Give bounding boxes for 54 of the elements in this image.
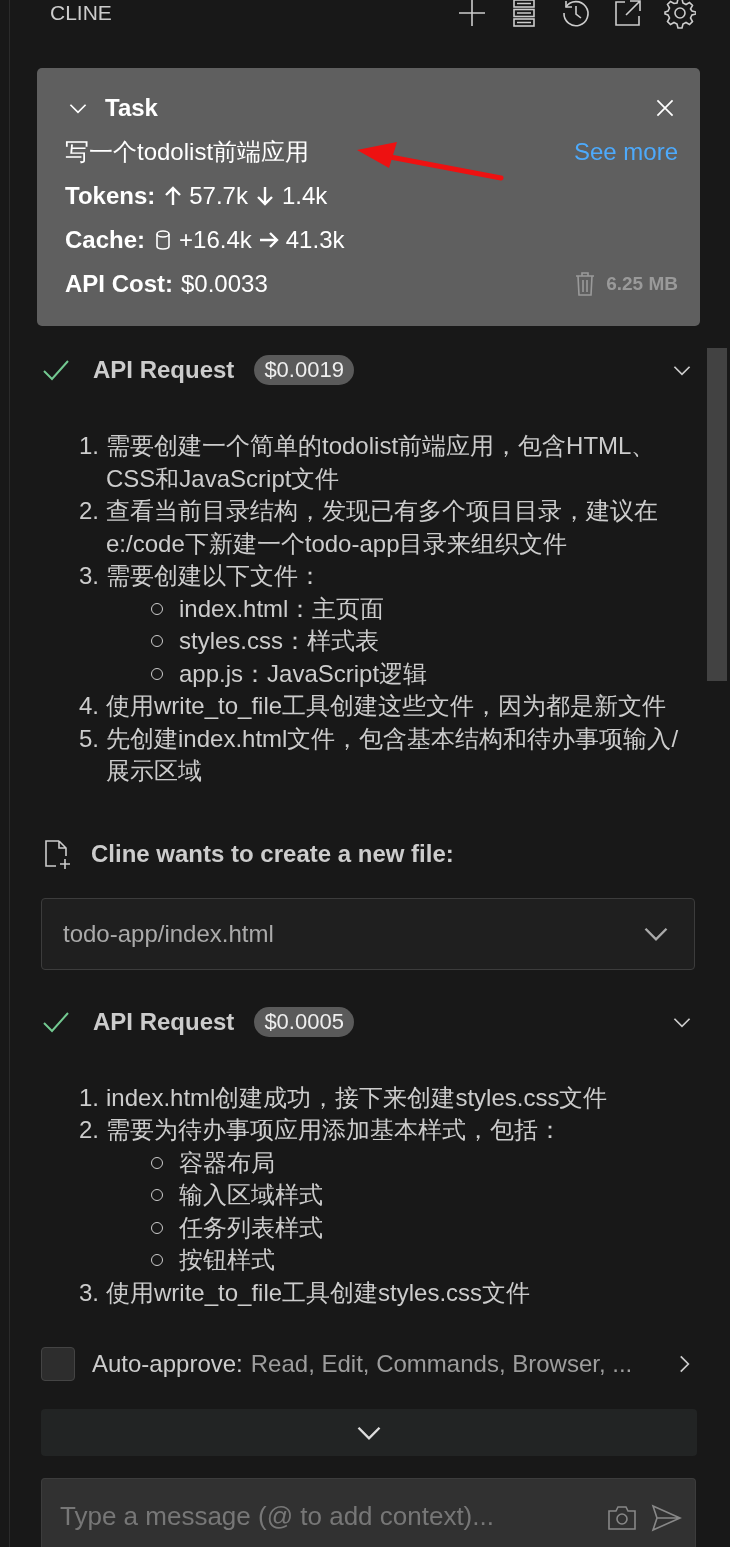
file-path-dropdown[interactable]: todo-app/index.html bbox=[41, 897, 695, 970]
list-item-text: app.js：JavaScript逻辑 bbox=[179, 658, 429, 689]
list-item-text: 容器布局 bbox=[179, 1147, 276, 1178]
list-item-text: styles.css：样式表 bbox=[179, 626, 380, 656]
settings-icon[interactable] bbox=[664, 0, 696, 29]
list-item-text: 使用write_to_file工具创建这些文件，因为都是新文件 bbox=[106, 691, 668, 721]
api-cost-value: $0.0033 bbox=[181, 270, 268, 298]
cache-read-value: 41.3k bbox=[285, 226, 345, 254]
list-item-text: 先创建index.html文件，包含基本结构和待办事项输入/展示区域 bbox=[106, 723, 680, 786]
tokens-label: Tokens: bbox=[65, 182, 156, 210]
list-number: 3. bbox=[79, 1277, 100, 1308]
list-number: 2. bbox=[79, 496, 100, 526]
tokens-down-value: 1.4k bbox=[281, 182, 328, 210]
checkbox[interactable] bbox=[41, 1347, 75, 1381]
list-number: 1. bbox=[79, 431, 100, 461]
chevron-icon bbox=[357, 1425, 381, 1440]
list-item-text: 任务列表样式 bbox=[179, 1212, 324, 1243]
task-label: Task bbox=[105, 94, 159, 122]
list-item-text: 需要创建以下文件： bbox=[106, 561, 323, 591]
list-number: 1. bbox=[79, 1082, 100, 1113]
storage-size: 6.25 MB bbox=[606, 273, 678, 295]
list-item-text: 需要创建一个简单的todolist前端应用，包含HTML、CSS和JavaScript文件 bbox=[106, 431, 657, 494]
cache-label: Cache: bbox=[65, 226, 146, 254]
list-number: 4. bbox=[79, 691, 100, 721]
list-item-text: index.html：主页面 bbox=[179, 593, 386, 624]
list-item-text: 输入区域样式 bbox=[179, 1180, 324, 1210]
auto-approve-value: Read, Edit, Commands, Browser, ... bbox=[250, 1350, 634, 1378]
panel-title: CLINE bbox=[50, 1, 113, 25]
tokens-up-value: 57.7k bbox=[189, 182, 248, 210]
popout-icon[interactable] bbox=[612, 0, 644, 29]
list-item-text: 使用write_to_file工具创建styles.css文件 bbox=[106, 1277, 532, 1308]
message-input[interactable]: Type a message (@ to add context)... bbox=[41, 1478, 696, 1547]
request-title: API Request bbox=[93, 1007, 235, 1036]
scrollbar-thumb[interactable] bbox=[707, 348, 727, 681]
list-item-text: 查看当前目录结构，发现已有多个项目目录，建议在e:/code下新建一个todo-app目录来组织文件 bbox=[106, 496, 659, 559]
list-number: 3. bbox=[79, 561, 100, 591]
list-item-text: 按钮样式 bbox=[179, 1245, 276, 1275]
list-item-text: 需要为待办事项应用添加基本样式，包括： bbox=[106, 1115, 563, 1145]
list-item-text: index.html创建成功，接下来创建styles.css文件 bbox=[106, 1082, 609, 1113]
list-number: 5. bbox=[79, 723, 100, 754]
chevron-icon bbox=[644, 926, 668, 941]
plus-icon[interactable] bbox=[456, 0, 488, 29]
cache-write-value: +16.4k bbox=[179, 226, 252, 254]
auto-approve-label: Auto-approve: bbox=[92, 1350, 243, 1378]
send-icon[interactable] bbox=[650, 1502, 682, 1534]
request-title: API Request bbox=[93, 356, 235, 384]
list-number: 2. bbox=[79, 1115, 100, 1145]
tool-title: Cline wants to create a new file: bbox=[91, 839, 454, 868]
cost-badge: $0.0005 bbox=[254, 1006, 354, 1037]
task-text: 写一个todolist前端应用 bbox=[65, 137, 310, 167]
history-icon[interactable] bbox=[560, 0, 592, 29]
file-path: todo-app/index.html bbox=[63, 919, 275, 948]
cost-badge: $0.0019 bbox=[254, 355, 354, 385]
api-cost-label: API Cost: bbox=[65, 270, 173, 298]
